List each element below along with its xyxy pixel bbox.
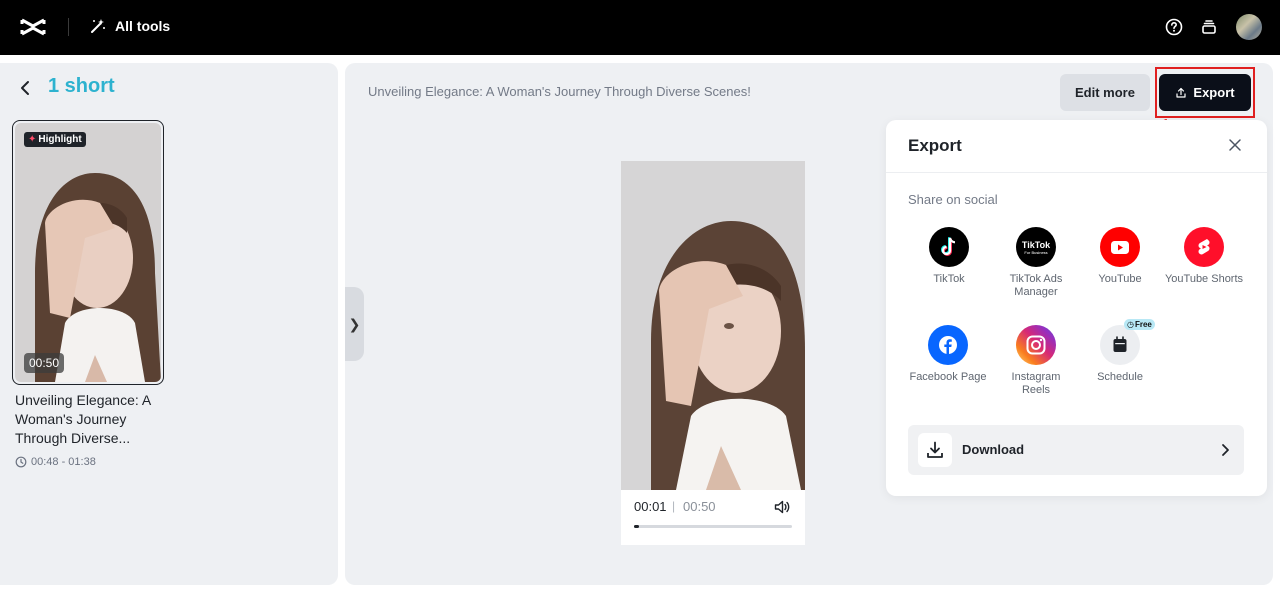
clip-time-range: 00:48 - 01:38 [15,456,96,468]
back-arrow-icon[interactable] [16,78,34,98]
download-label: Download [962,442,1025,457]
close-icon[interactable] [1228,138,1242,152]
highlight-badge: ✦ Highlight [24,132,86,147]
all-tools-label: All tools [115,18,171,34]
export-popover: Export Share on social TikTok TikTok For… [886,120,1267,496]
capcut-logo[interactable] [20,16,46,38]
download-icon [927,441,943,458]
calendar-icon: ◷ Free [1100,319,1155,365]
share-youtube[interactable]: YouTube [1080,227,1160,286]
share-tiktok-ads-manager[interactable]: TikTok For Business TikTok Ads Manager [996,227,1076,299]
video-title: Unveiling Elegance: A Woman's Journey Th… [368,84,751,99]
edit-more-button[interactable]: Edit more [1060,74,1150,111]
clock-icon: ◷ [1127,320,1134,329]
chevron-right-icon: ❯ [348,315,361,332]
free-label: Free [1134,320,1152,329]
clip-thumbnail-image: ✦ Highlight 00:50 [15,123,161,382]
share-name: YouTube [1098,273,1142,285]
avatar[interactable] [1236,14,1262,40]
share-facebook-page[interactable]: Facebook Page [908,325,988,384]
chevron-right-icon [1222,444,1229,456]
video-preview[interactable] [621,161,805,490]
share-instagram-reels[interactable]: Instagram Reels [996,325,1076,397]
share-tiktok[interactable]: TikTok [909,227,989,286]
popover-divider [886,172,1267,173]
share-name: TikTok Ads Manager [1009,273,1063,298]
all-tools-button[interactable]: All tools [89,17,170,35]
facebook-icon [928,325,968,365]
lightning-icon: ✦ [28,134,37,145]
tiktok-business-logo-text: TikTok [1021,239,1051,250]
share-name: Schedule [1097,371,1143,383]
time-separator: | [672,499,676,513]
woman-portrait-image [15,123,161,382]
tiktok-business-sub-text: For Business [1024,249,1048,255]
duration-badge: 00:50 [24,353,65,373]
clip-title[interactable]: Unveiling Elegance: A Woman's Journey Th… [15,391,165,448]
share-name: Instagram Reels [1011,371,1061,396]
share-schedule[interactable]: ◷ Free Schedule [1080,319,1160,384]
stack-icon[interactable] [1199,17,1219,37]
free-tag: ◷ Free [1124,319,1155,330]
time-range-text: 00:48 - 01:38 [31,456,96,468]
collapse-sidebar-handle[interactable]: ❯ [345,287,364,361]
youtube-shorts-icon [1184,227,1224,267]
header-divider [68,18,69,36]
shorts-count-title: 1 short [48,75,115,97]
share-youtube-shorts[interactable]: YouTube Shorts [1164,227,1244,286]
download-icon-box [918,433,952,467]
total-time: 00:50 [683,499,716,514]
instagram-icon [1016,325,1056,365]
current-time: 00:01 [634,499,667,514]
tiktok-icon [929,227,969,267]
video-frame-image [621,161,805,490]
player-controls: 00:01 | 00:50 [621,490,805,545]
magic-wand-icon [91,19,105,33]
annotation-highlight-box [1155,67,1255,118]
highlight-label: Highlight [38,134,82,145]
youtube-icon [1100,227,1140,267]
share-name: TikTok [933,273,965,285]
download-button[interactable]: Download [908,425,1244,475]
progress-bar[interactable] [634,525,792,528]
tiktok-business-icon: TikTok For Business [1016,227,1056,267]
clip-thumbnail[interactable]: ✦ Highlight 00:50 [12,120,164,385]
export-popover-title: Export [908,136,962,155]
volume-icon[interactable] [773,498,791,516]
clock-icon [15,456,27,468]
top-bar: All tools [0,0,1280,55]
share-on-social-label: Share on social [908,192,998,207]
share-name: Facebook Page [909,371,987,383]
share-name: YouTube Shorts [1164,273,1244,285]
progress-fill [634,525,639,528]
help-icon[interactable] [1164,17,1184,37]
